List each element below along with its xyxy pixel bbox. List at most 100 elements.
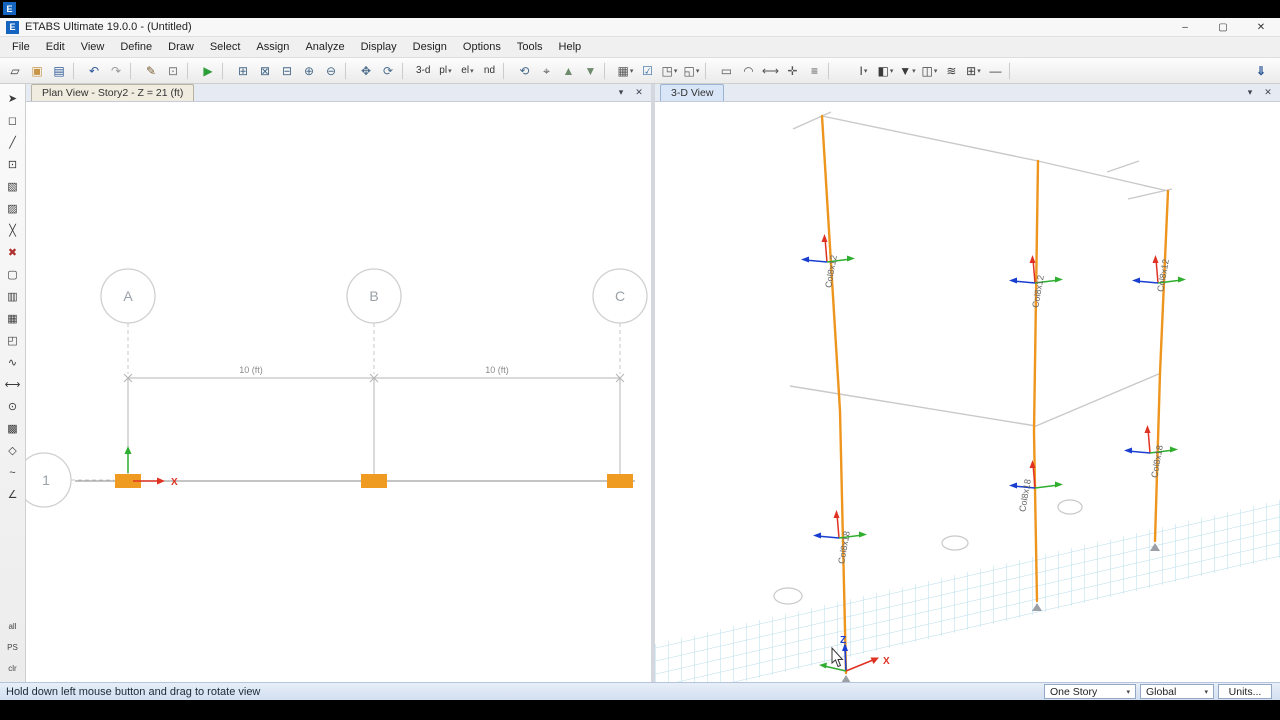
plan-view-canvas[interactable]: A B C 1 10 (ft) 10 (ft) X <box>26 102 651 682</box>
previous-zoom-icon[interactable]: ⊟▾ <box>276 60 298 81</box>
rubber-band-zoom-icon[interactable]: ⊞▾ <box>232 60 254 81</box>
move-story-up-icon[interactable]: ▲▾ <box>557 60 579 81</box>
menu-item[interactable]: Define <box>112 39 160 55</box>
menu-item[interactable]: Draw <box>160 39 202 55</box>
tab-plan-view[interactable]: Plan View - Story2 - Z = 21 (ft) <box>31 84 195 101</box>
maximize-button[interactable]: ▢ <box>1204 18 1242 36</box>
hatch-display-icon[interactable]: ≋▾ <box>940 60 962 81</box>
tables-icon[interactable]: ⊞ ▾ <box>962 60 984 81</box>
plan-view-button[interactable]: pl ▾ <box>434 60 456 81</box>
ground-grid <box>655 482 1280 682</box>
grid-options-icon[interactable]: ▦ ▾ <box>614 60 636 81</box>
menu-item[interactable]: Options <box>455 39 509 55</box>
3d-header-controls: ▾ ✕ <box>1243 84 1280 101</box>
object-view-options-icon[interactable]: ◧ ▾ <box>874 60 896 81</box>
units-button[interactable]: Units... <box>1218 684 1272 699</box>
main-toolbar: ▱▾▣▾▤▾▾↶▾↷▾▾✎▾⊡▾▾▶▾▾⊞▾⊠▾⊟▾⊕▾⊖▾▾✥▾⟳▾▾3-d▾… <box>0 58 1280 84</box>
panel-close-icon[interactable]: ✕ <box>1261 87 1275 98</box>
draw-frame-icon[interactable]: ▧ <box>3 177 23 196</box>
status-controls: One Story ▾ Global ▾ Units... <box>1044 684 1280 699</box>
tab-3d-view[interactable]: 3-D View <box>660 84 725 101</box>
new-model-icon[interactable]: ▱▾ <box>4 60 26 81</box>
move-story-down-icon[interactable]: ▼▾ <box>579 60 601 81</box>
menu-item[interactable]: Analyze <box>297 39 352 55</box>
menu-item[interactable]: View <box>73 39 113 55</box>
axes-icon[interactable]: ✛▾ <box>781 60 803 81</box>
draw-link-icon[interactable]: ∿ <box>3 353 23 372</box>
3d-viewport: Col8x12 Col8x12 Col8x12 Col8x18 Col8x18 … <box>655 102 1280 682</box>
show-selection-icon[interactable]: ☑▾ <box>636 60 658 81</box>
draw-reference-icon[interactable]: ⊙ <box>3 397 23 416</box>
3d-view-canvas[interactable]: Col8x12 Col8x12 Col8x12 Col8x18 Col8x18 … <box>655 102 1280 682</box>
frame-display-icon[interactable]: ◳ ▾ <box>658 60 680 81</box>
save-icon[interactable]: ▤▾ <box>48 60 70 81</box>
ps-button[interactable]: PS <box>3 638 23 657</box>
restore-full-view-icon[interactable]: ⊠▾ <box>254 60 276 81</box>
open-file-icon[interactable]: ▣▾ <box>26 60 48 81</box>
shell-display-icon[interactable]: ◱ ▾ <box>680 60 702 81</box>
select-pointer-icon[interactable]: ➤ <box>3 89 23 108</box>
undo-icon[interactable]: ↶▾ <box>83 60 105 81</box>
measure-icon[interactable]: ⟷▾ <box>759 60 781 81</box>
text-select-icon[interactable]: I ▾ <box>852 60 874 81</box>
draw-floor-icon[interactable]: ▢ <box>3 265 23 284</box>
snap-point-icon[interactable]: ◇ <box>3 441 23 460</box>
filter-icon[interactable]: ▼ ▾ <box>896 60 918 81</box>
snap-line-icon[interactable]: ~ <box>3 463 23 482</box>
view-3d-button[interactable]: 3-d▾ <box>412 60 434 81</box>
show-all-button[interactable]: all <box>3 617 23 636</box>
quick-draw-wall-icon[interactable]: ◰ <box>3 331 23 350</box>
column-object-C1[interactable] <box>607 474 633 488</box>
menu-item[interactable]: File <box>4 39 38 55</box>
run-analysis-icon[interactable]: ▶▾ <box>197 60 219 81</box>
panel-menu-icon[interactable]: ▾ <box>1243 87 1257 98</box>
quick-draw-braces-icon[interactable]: ╳ <box>3 221 23 240</box>
draw-wall-icon[interactable]: ▥ <box>3 287 23 306</box>
snap-perp-icon[interactable]: ∠ <box>3 485 23 504</box>
menu-item[interactable]: Display <box>353 39 405 55</box>
find-object-icon[interactable]: ⌖▾ <box>535 60 557 81</box>
zoom-out-icon[interactable]: ⊖▾ <box>320 60 342 81</box>
rotate-3d-view-icon[interactable]: ⟳▾ <box>377 60 399 81</box>
delete-object-icon[interactable]: ✖ <box>3 243 23 262</box>
elevation-view-button[interactable]: el ▾ <box>456 60 478 81</box>
quick-draw-floor-icon[interactable]: ▦ <box>3 309 23 328</box>
line-style-icon[interactable]: —▾ <box>984 60 1006 81</box>
edit-drawing-icon[interactable]: ✎▾ <box>140 60 162 81</box>
menu-item[interactable]: Assign <box>248 39 297 55</box>
close-button[interactable]: ✕ <box>1242 18 1280 36</box>
draw-joint-icon[interactable]: ⊡ <box>3 155 23 174</box>
refresh-view-icon[interactable]: ⟲▾ <box>513 60 535 81</box>
draw-line-icon[interactable]: ╱ <box>3 133 23 152</box>
redo-icon[interactable]: ↷▾ <box>105 60 127 81</box>
section-display-icon[interactable]: ◫ ▾ <box>918 60 940 81</box>
panel-menu-icon[interactable]: ▾ <box>614 87 628 98</box>
list-icon[interactable]: ≡▾ <box>803 60 825 81</box>
named-display-button[interactable]: nd▾ <box>478 60 500 81</box>
reshape-object-icon[interactable]: ◻ <box>3 111 23 130</box>
quick-draw-frame-icon[interactable]: ▨ <box>3 199 23 218</box>
menu-item[interactable]: Tools <box>509 39 551 55</box>
column-member-C[interactable] <box>1153 189 1170 543</box>
zoom-in-icon[interactable]: ⊕▾ <box>298 60 320 81</box>
coord-system-select[interactable]: Global ▾ <box>1140 684 1214 699</box>
pan-icon[interactable]: ✥▾ <box>355 60 377 81</box>
menu-item[interactable]: Select <box>202 39 249 55</box>
draw-rect-icon[interactable]: ▭▾ <box>715 60 737 81</box>
panel-close-icon[interactable]: ✕ <box>632 87 646 98</box>
snap-grid-icon[interactable]: ▩ <box>3 419 23 438</box>
story-mode-select[interactable]: One Story ▾ <box>1044 684 1136 699</box>
menu-item[interactable]: Help <box>551 39 590 55</box>
lock-model-icon[interactable]: ⊡▾ <box>162 60 184 81</box>
draw-dimension-icon[interactable]: ⟷ <box>3 375 23 394</box>
clear-button[interactable]: clr <box>3 659 23 678</box>
menu-item[interactable]: Design <box>405 39 455 55</box>
column-object-B1[interactable] <box>361 474 387 488</box>
column-label: Col8x18 <box>1017 478 1033 512</box>
column-member-B[interactable] <box>1032 159 1040 603</box>
menu-item[interactable]: Edit <box>38 39 73 55</box>
download-icon[interactable]: ⇓ <box>1250 60 1272 81</box>
z-axis-label: Z <box>840 635 846 646</box>
minimize-button[interactable]: – <box>1166 18 1204 36</box>
snap-arc-icon[interactable]: ◠▾ <box>737 60 759 81</box>
